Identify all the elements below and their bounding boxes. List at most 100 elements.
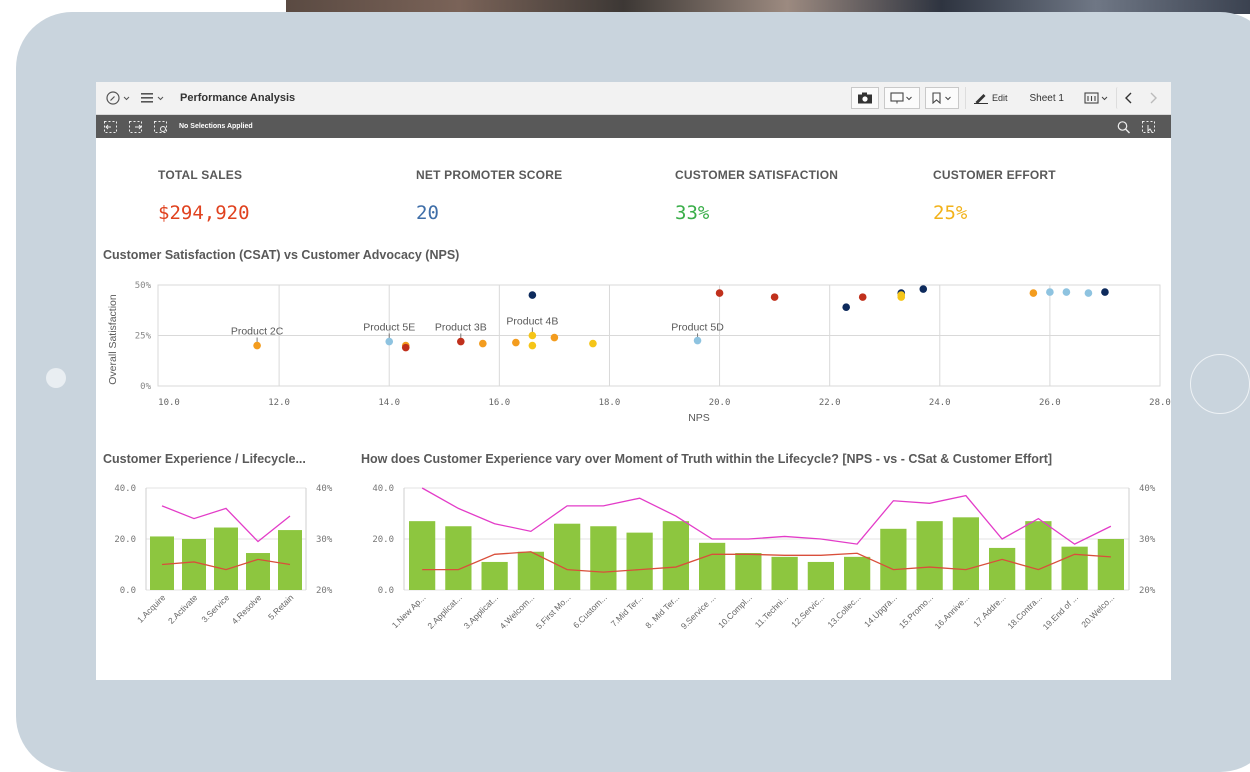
data-point: [479, 339, 487, 348]
bar: [554, 523, 581, 590]
x-tick-label: 11.Techni...: [753, 592, 790, 629]
bar: [952, 517, 979, 590]
sheet-list-button[interactable]: [136, 87, 170, 109]
data-point: [528, 341, 537, 350]
sheet-name: Sheet 1: [1029, 92, 1064, 104]
x-tick-label: 12.Servic...: [789, 592, 826, 629]
y2-tick-label: 20%: [316, 586, 333, 596]
data-point: [385, 337, 394, 346]
bar: [481, 561, 508, 590]
y-axis-label: Overall Satisfaction: [107, 294, 119, 385]
presentation-icon: [890, 92, 912, 104]
x-tick-label: 7.Mid Ter...: [609, 592, 645, 628]
bar: [880, 528, 907, 590]
data-point: [550, 333, 559, 342]
snapshot-button[interactable]: [851, 87, 879, 109]
previous-sheet-button[interactable]: [1116, 87, 1141, 109]
bookmark-button[interactable]: [925, 87, 959, 109]
x-tick-label: 15.Promo...: [897, 592, 935, 630]
x-tick-label: 16.0: [488, 398, 510, 408]
data-point: [858, 293, 867, 301]
data-point: [715, 289, 724, 297]
x-tick-label: 4.Welcom...: [498, 592, 537, 631]
y-tick-label: 50%: [135, 281, 152, 291]
edit-button[interactable]: Edit: [965, 87, 1016, 109]
bar: [278, 530, 302, 590]
scatter-chart[interactable]: 10.0 12.0 14.0 16.0 18.0 20.0 22.0 24.0 26.0 28.0…: [96, 272, 1171, 432]
x-tick-label: 19.End of ...: [1041, 592, 1080, 631]
kpi-value: 20: [416, 202, 439, 224]
y2-tick-label: 20%: [1139, 586, 1156, 596]
kpi-customer-satisfaction[interactable]: CUSTOMER SATISFACTION 33%: [675, 168, 838, 224]
x-tick-label: 1.Acquire: [135, 592, 168, 625]
data-point: [1029, 289, 1038, 297]
chevron-left-icon: [1125, 92, 1132, 104]
x-tick-label: 12.0: [268, 398, 290, 408]
search-icon: [1117, 120, 1130, 133]
next-sheet-button[interactable]: [1141, 87, 1165, 109]
y2-tick-label: 30%: [316, 535, 333, 545]
sheet-view-button[interactable]: [1080, 87, 1114, 109]
grid-view-icon: [1084, 92, 1108, 104]
presentation-button[interactable]: [884, 87, 920, 109]
line-series-csat: [421, 487, 1112, 545]
bar: [807, 561, 834, 590]
selections-tool-button[interactable]: [1140, 119, 1158, 135]
x-tick-label: 3.Applicat...: [462, 592, 500, 630]
navigation-menu-button[interactable]: [102, 87, 136, 109]
data-point: [528, 331, 537, 340]
clear-selections-button[interactable]: [152, 119, 170, 135]
pencil-icon: [974, 94, 988, 104]
bar: [989, 547, 1016, 590]
x-tick-label: 1.New Ap...: [390, 592, 428, 630]
x-tick-label: 18.Contra...: [1005, 592, 1043, 630]
x-tick-label: 2.Applicat...: [425, 592, 463, 630]
lifecycle-chart-title: Customer Experience / Lifecycle...: [103, 452, 306, 466]
annotation-label: Product 5D: [671, 321, 724, 333]
x-tick-label: 3.Service: [199, 592, 231, 624]
y-tick-label: 0.0: [120, 586, 136, 596]
data-point: [1062, 288, 1071, 296]
search-button[interactable]: [1115, 119, 1133, 135]
x-tick-label: 9.Service ...: [679, 592, 718, 631]
step-back-button[interactable]: [102, 119, 120, 135]
scatter-chart-title: Customer Satisfaction (CSAT) vs Customer…: [103, 248, 460, 262]
chevron-right-icon: [1150, 92, 1157, 104]
home-button[interactable]: [1190, 354, 1250, 414]
data-point: [512, 338, 520, 347]
data-point: [401, 343, 410, 352]
annotation-label: Product 5E: [363, 321, 415, 333]
bar: [626, 532, 653, 590]
bar: [1061, 546, 1088, 590]
x-tick-label: 22.0: [819, 398, 841, 408]
kpi-total-sales[interactable]: TOTAL SALES $294,920: [158, 168, 250, 224]
x-tick-label: 17.Addre...: [971, 592, 1007, 628]
app-screen: Performance Analysis Edit Sheet 1 No Sel…: [96, 82, 1171, 680]
x-tick-label: 4.Resolve: [230, 592, 264, 626]
step-forward-button[interactable]: [127, 119, 145, 135]
kpi-net-promoter-score[interactable]: NET PROMOTER SCORE 20: [416, 168, 562, 224]
bar: [590, 526, 617, 590]
x-tick-label: 10.0: [158, 398, 180, 408]
annotation-label: Product 3B: [435, 321, 487, 333]
bar: [699, 542, 726, 590]
bar: [735, 553, 762, 590]
kpi-customer-effort[interactable]: CUSTOMER EFFORT 25%: [933, 168, 1056, 224]
moments-combo-chart[interactable]: 0.0 20.0 40.0 20% 30% 40% 1.New Ap...2.Applica…: [354, 472, 1171, 652]
annotation-label: Product 4B: [506, 315, 558, 327]
data-point: [897, 293, 906, 301]
x-tick-label: 16.Annive...: [932, 592, 971, 631]
toolbar: Performance Analysis Edit Sheet 1: [96, 82, 1171, 115]
x-tick-label: 5.Retain: [266, 592, 296, 622]
kpi-label: NET PROMOTER SCORE: [416, 168, 563, 182]
data-point: [1046, 288, 1054, 296]
data-point: [919, 285, 928, 293]
x-tick-label: 5.First Mo...: [534, 592, 573, 631]
data-point: [1101, 288, 1109, 296]
moments-chart-title: How does Customer Experience vary over M…: [361, 452, 1053, 466]
step-forward-icon: [129, 120, 142, 133]
compass-icon: [106, 91, 130, 105]
bar: [409, 521, 436, 590]
lifecycle-combo-chart[interactable]: 0.0 20.0 40.0 20% 30% 40% 1.Acquire2.Activate 3…: [96, 472, 351, 652]
data-point: [842, 303, 850, 312]
